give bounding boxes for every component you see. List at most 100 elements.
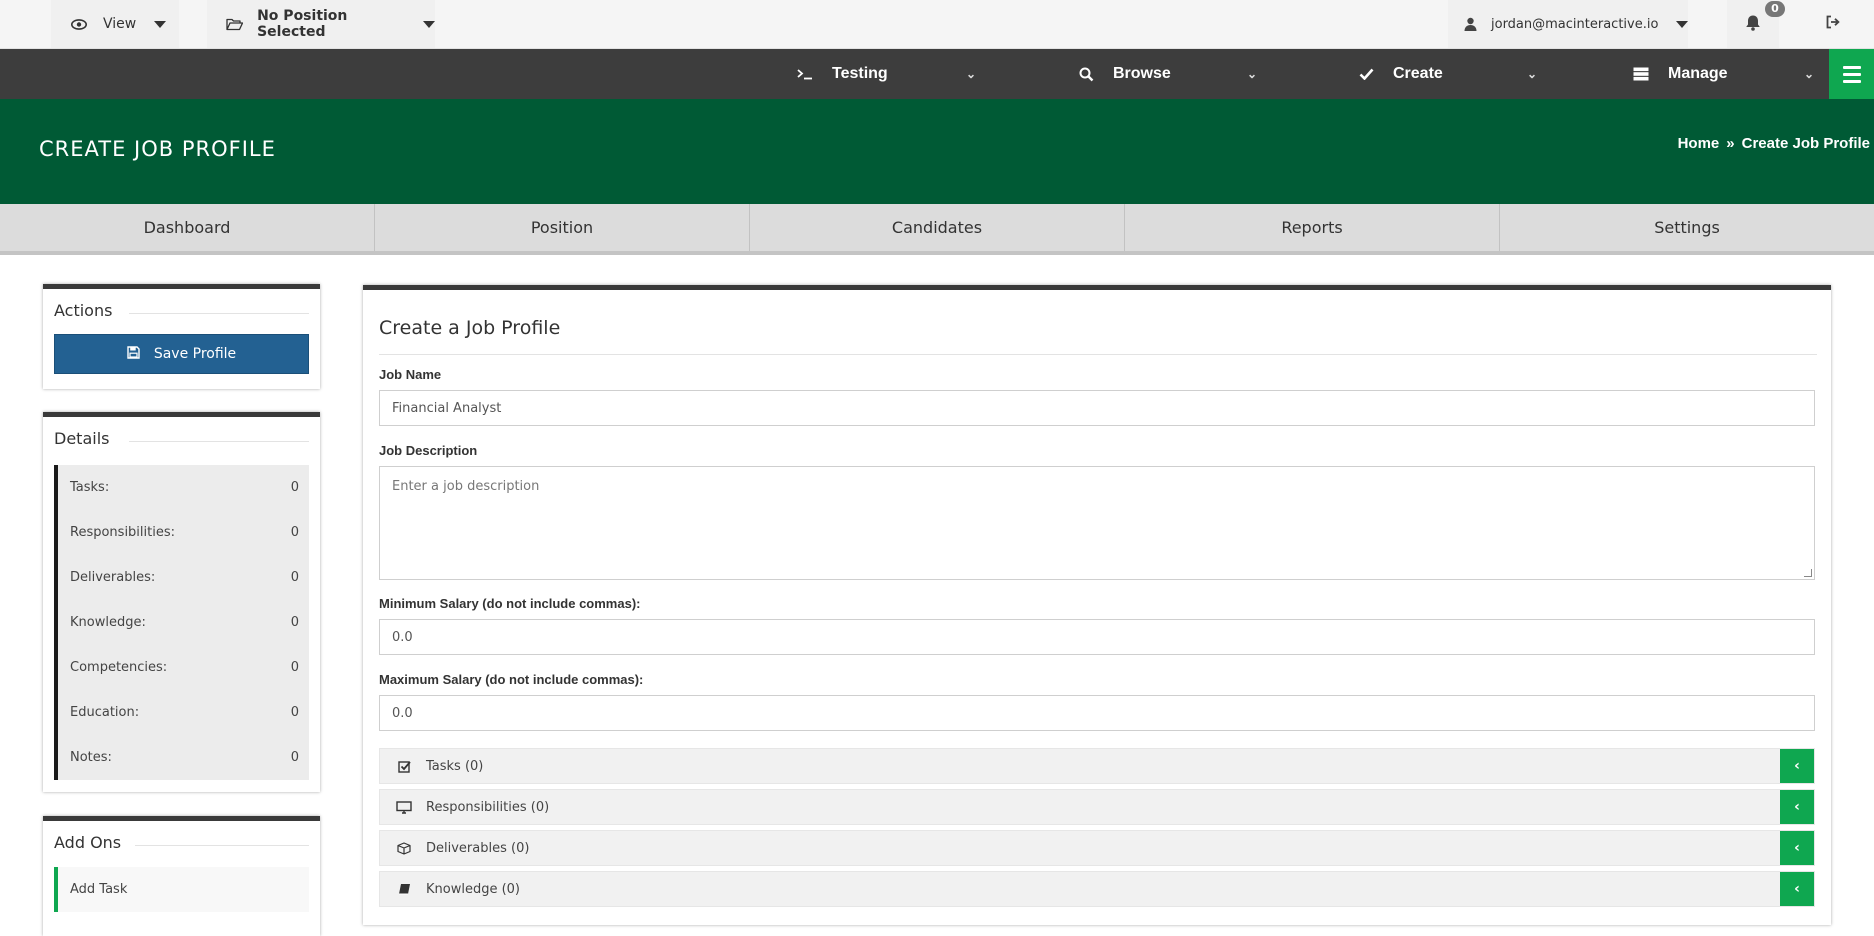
detail-label: Competencies: (70, 660, 168, 675)
min-salary-input[interactable]: 0.0 (379, 619, 1815, 655)
book-icon (396, 883, 412, 896)
nav-testing[interactable]: Testing ⌄ (796, 49, 976, 99)
tab-position[interactable]: Position (375, 204, 750, 251)
bell-icon (1745, 14, 1761, 35)
view-dropdown[interactable]: View (51, 0, 179, 48)
server-icon (1632, 67, 1650, 81)
job-name-value: Financial Analyst (392, 400, 502, 416)
job-description-textarea[interactable]: Enter a job description (379, 466, 1815, 580)
max-salary-input[interactable]: 0.0 (379, 695, 1815, 731)
check-icon (1357, 68, 1375, 80)
hamburger-icon-bar (1842, 72, 1861, 76)
list-item: Deliverables: 0 (58, 555, 309, 600)
form-divider (379, 354, 1817, 355)
section-tabs: Dashboard Position Candidates Reports Se… (0, 204, 1874, 255)
tasks-section-header[interactable]: Tasks (0) ‹ (379, 748, 1815, 784)
responsibilities-section-header[interactable]: Responsibilities (0) ‹ (379, 789, 1815, 825)
details-list: Tasks: 0 Responsibilities: 0 Deliverables:… (54, 465, 309, 780)
caret-down-icon (154, 20, 167, 28)
list-item: Responsibilities: 0 (58, 510, 309, 555)
details-panel: Details Tasks: 0 Responsibilities: 0 Deliv… (43, 412, 320, 792)
chevron-down-icon: ⌄ (965, 67, 976, 81)
chevron-left-icon[interactable]: ‹ (1780, 790, 1814, 824)
main-nav: Testing ⌄ Browse ⌄ Create ⌄ Manage ⌄ (0, 49, 1874, 99)
nav-create[interactable]: Create ⌄ (1357, 49, 1537, 99)
detail-count: 0 (290, 660, 299, 675)
deliverables-section-header[interactable]: Deliverables (0) ‹ (379, 830, 1815, 866)
hamburger-icon-bar (1842, 79, 1861, 83)
page-header: CREATE JOB PROFILE Home » Create Job Profi… (0, 99, 1874, 204)
position-label: No Position Selected (257, 8, 348, 40)
nav-manage-label: Manage (1668, 65, 1728, 82)
nav-manage[interactable]: Manage ⌄ (1632, 49, 1814, 99)
page-title: CREATE JOB PROFILE (39, 137, 276, 161)
resize-handle-icon[interactable] (1804, 569, 1812, 577)
job-description-label: Job Description (379, 443, 478, 458)
hamburger-icon-bar (1842, 65, 1861, 69)
position-selector[interactable]: No Position Selected (207, 0, 435, 48)
detail-label: Knowledge: (70, 615, 146, 630)
detail-label: Education: (70, 705, 140, 720)
details-panel-title: Details (54, 429, 124, 448)
chevron-left-icon[interactable]: ‹ (1780, 749, 1814, 783)
floppy-disk-icon (127, 345, 140, 363)
breadcrumb: Home » Create Job Profile (1678, 135, 1870, 152)
max-salary-label: Maximum Salary (do not include commas): (379, 672, 644, 687)
view-label: View (103, 16, 137, 32)
search-icon (1077, 67, 1095, 82)
chevron-down-icon: ⌄ (1803, 67, 1814, 81)
hamburger-menu-button[interactable] (1829, 49, 1874, 99)
min-salary-value: 0.0 (392, 629, 413, 645)
cube-icon (396, 841, 412, 855)
knowledge-section-label: Knowledge (0) (426, 881, 521, 897)
user-email: jordan@macinteractive.io (1491, 16, 1659, 32)
terminal-icon (796, 68, 814, 80)
max-salary-value: 0.0 (392, 705, 413, 721)
top-utility-bar: View No Position Selected jordan@macinte… (0, 0, 1874, 49)
folder-open-icon (225, 18, 243, 31)
detail-label: Responsibilities: (70, 525, 175, 540)
tab-reports[interactable]: Reports (1125, 204, 1500, 251)
detail-label: Notes: (70, 750, 112, 765)
user-menu[interactable]: jordan@macinteractive.io (1448, 0, 1689, 48)
save-profile-label: Save Profile (153, 346, 237, 362)
detail-count: 0 (290, 750, 299, 765)
list-item: Tasks: 0 (58, 465, 309, 510)
actions-panel-title: Actions (54, 301, 127, 320)
nav-browse-label: Browse (1113, 65, 1171, 82)
chevron-left-icon[interactable]: ‹ (1780, 872, 1814, 906)
detail-count: 0 (290, 705, 299, 720)
chevron-down-icon: ⌄ (1526, 67, 1537, 81)
detail-count: 0 (290, 570, 299, 585)
panel-divider (129, 441, 309, 442)
detail-count: 0 (290, 480, 299, 495)
deliverables-section-label: Deliverables (0) (426, 840, 530, 856)
knowledge-section-header[interactable]: Knowledge (0) ‹ (379, 871, 1815, 907)
detail-label: Tasks: (70, 480, 110, 495)
responsibilities-section-label: Responsibilities (0) (426, 799, 550, 815)
caret-down-icon (1676, 20, 1689, 28)
nav-browse[interactable]: Browse ⌄ (1077, 49, 1257, 99)
job-description-placeholder: Enter a job description (392, 479, 540, 494)
tab-settings[interactable]: Settings (1500, 204, 1874, 251)
list-item: Knowledge: 0 (58, 600, 309, 645)
save-profile-button[interactable]: Save Profile (54, 334, 309, 374)
check-square-icon (396, 760, 412, 773)
nav-testing-label: Testing (832, 65, 888, 82)
logout-button[interactable] (1808, 0, 1858, 48)
desktop-icon (396, 800, 412, 814)
breadcrumb-home-link[interactable]: Home (1678, 135, 1720, 152)
min-salary-label: Minimum Salary (do not include commas): (379, 596, 641, 611)
add-task-link[interactable]: Add Task (54, 867, 309, 912)
list-item: Notes: 0 (58, 735, 309, 780)
tab-dashboard[interactable]: Dashboard (0, 204, 375, 251)
breadcrumb-current: Create Job Profile (1741, 135, 1870, 152)
sign-out-icon (1825, 15, 1841, 33)
tab-candidates[interactable]: Candidates (750, 204, 1125, 251)
chevron-left-icon[interactable]: ‹ (1780, 831, 1814, 865)
detail-count: 0 (290, 615, 299, 630)
job-name-input[interactable]: Financial Analyst (379, 390, 1815, 426)
eye-icon (69, 18, 89, 30)
addons-panel-title: Add Ons (54, 833, 136, 852)
list-item: Competencies: 0 (58, 645, 309, 690)
